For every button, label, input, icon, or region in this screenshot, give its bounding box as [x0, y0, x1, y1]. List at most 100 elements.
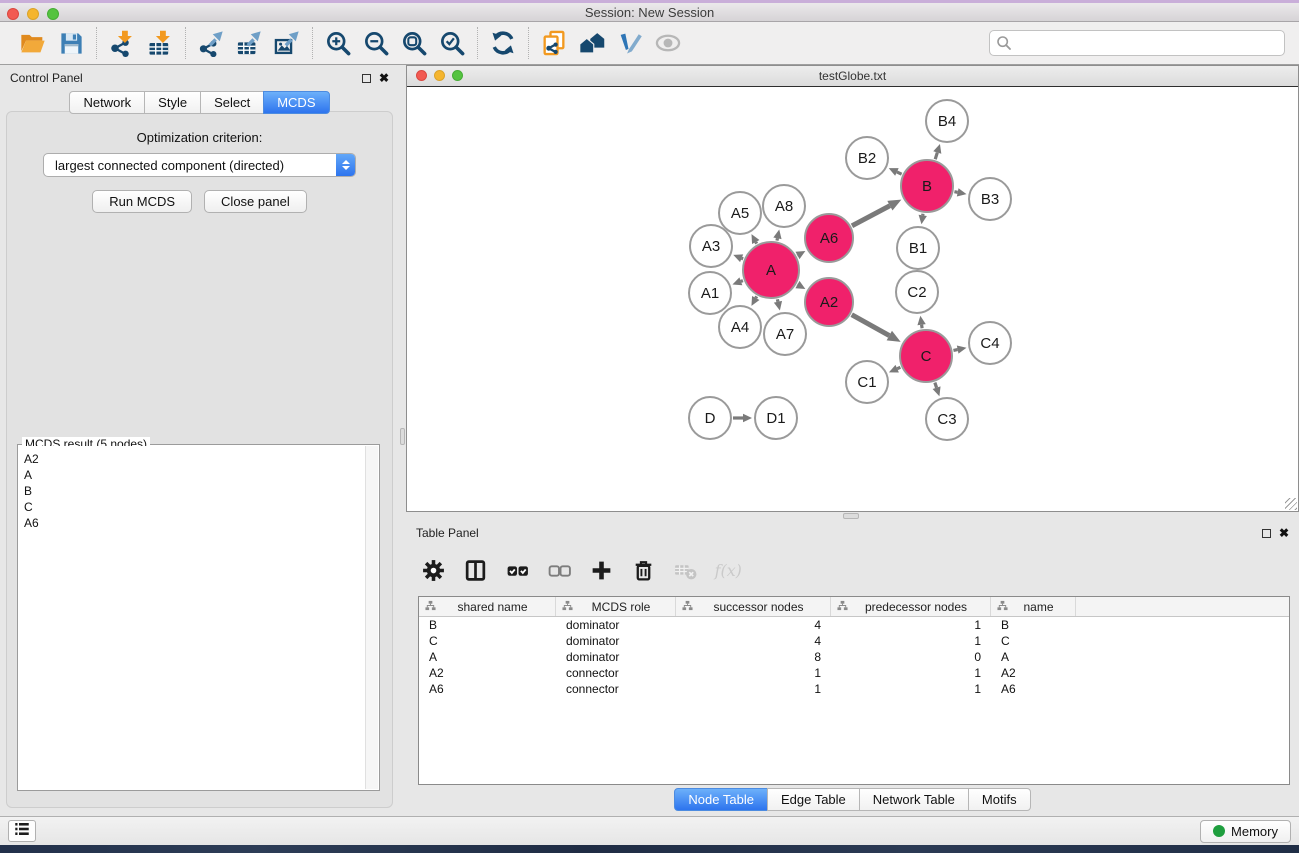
graph-edge[interactable]: [897, 367, 900, 368]
table-cell[interactable]: 4: [676, 634, 831, 648]
mcds-result-item[interactable]: C: [24, 499, 365, 515]
tab-edge-table[interactable]: Edge Table: [767, 788, 860, 811]
column-header-MCDS-role[interactable]: MCDS role: [556, 597, 676, 616]
mcds-result-item[interactable]: A2: [24, 451, 365, 467]
table-cell[interactable]: 1: [676, 666, 831, 680]
table-cell[interactable]: dominator: [556, 650, 676, 664]
add-column-icon[interactable]: [586, 555, 616, 585]
network-graph[interactable]: AA1A2A3A4A5A6A7A8BB1B2B3B4CC1C2C3C4DD1: [407, 88, 1298, 511]
table-cell[interactable]: C: [419, 634, 556, 648]
graph-node-B2[interactable]: B2: [846, 137, 888, 179]
tab-network[interactable]: Network: [69, 91, 145, 114]
table-cell[interactable]: 4: [676, 618, 831, 632]
export-table-icon[interactable]: [233, 27, 265, 59]
graph-node-D1[interactable]: D1: [755, 397, 797, 439]
table-cell[interactable]: A2: [419, 666, 556, 680]
table-cell[interactable]: connector: [556, 666, 676, 680]
graph-node-B1[interactable]: B1: [897, 227, 939, 269]
horizontal-split-handle[interactable]: [843, 513, 859, 519]
mcds-result-item[interactable]: B: [24, 483, 365, 499]
network-from-selection-icon[interactable]: [538, 27, 570, 59]
show-columns-icon[interactable]: [460, 555, 490, 585]
table-cell[interactable]: dominator: [556, 634, 676, 648]
zoom-fit-icon[interactable]: [398, 27, 430, 59]
close-panel-button[interactable]: Close panel: [204, 190, 307, 213]
tab-style[interactable]: Style: [144, 91, 201, 114]
table-cell[interactable]: connector: [556, 682, 676, 696]
network-zoom-button[interactable]: [452, 70, 463, 81]
table-cell[interactable]: A6: [991, 682, 1076, 696]
table-float-panel-icon[interactable]: [1262, 529, 1271, 538]
table-cell[interactable]: A2: [991, 666, 1076, 680]
table-cell[interactable]: 1: [831, 682, 991, 696]
deselect-all-icon[interactable]: [544, 555, 574, 585]
table-cell[interactable]: 1: [831, 618, 991, 632]
float-panel-icon[interactable]: [362, 74, 371, 83]
graph-edge[interactable]: [777, 299, 778, 301]
export-image-icon[interactable]: [271, 27, 303, 59]
table-cell[interactable]: 8: [676, 650, 831, 664]
table-row[interactable]: Bdominator41B: [419, 617, 1289, 633]
close-panel-icon[interactable]: ✖: [379, 72, 389, 84]
graph-edge[interactable]: [953, 350, 957, 351]
network-canvas[interactable]: AA1A2A3A4A5A6A7A8BB1B2B3B4CC1C2C3C4DD1: [407, 88, 1298, 511]
graph-node-C4[interactable]: C4: [969, 322, 1011, 364]
tab-mcds[interactable]: MCDS: [263, 91, 329, 114]
refresh-network-icon[interactable]: [487, 27, 519, 59]
graph-node-C1[interactable]: C1: [846, 361, 888, 403]
zoom-out-icon[interactable]: [360, 27, 392, 59]
graph-node-B4[interactable]: B4: [926, 100, 968, 142]
table-cell[interactable]: B: [419, 618, 556, 632]
settings-icon[interactable]: [418, 555, 448, 585]
memory-button[interactable]: Memory: [1200, 820, 1291, 843]
graph-node-A4[interactable]: A4: [719, 306, 761, 348]
graph-node-C[interactable]: C: [900, 330, 952, 382]
task-history-button[interactable]: [8, 820, 36, 842]
select-all-icon[interactable]: [502, 555, 532, 585]
run-mcds-button[interactable]: Run MCDS: [92, 190, 192, 213]
table-close-panel-icon[interactable]: ✖: [1279, 527, 1289, 539]
graph-edge[interactable]: [756, 296, 757, 298]
network-close-button[interactable]: [416, 70, 427, 81]
column-header-successor-nodes[interactable]: successor nodes: [676, 597, 831, 616]
table-cell[interactable]: 0: [831, 650, 991, 664]
column-header-shared-name[interactable]: shared name: [419, 597, 556, 616]
graph-edge[interactable]: [954, 192, 957, 193]
criterion-dropdown[interactable]: largest connected component (directed): [43, 153, 356, 177]
tab-select[interactable]: Select: [200, 91, 264, 114]
table-row[interactable]: A6connector11A6: [419, 681, 1289, 697]
table-cell[interactable]: dominator: [556, 618, 676, 632]
first-neighbors-icon[interactable]: [576, 27, 608, 59]
result-scrollbar[interactable]: [365, 446, 378, 789]
vertical-split-handle[interactable]: [400, 428, 405, 445]
zoom-window-button[interactable]: [47, 8, 59, 20]
import-table-icon[interactable]: [144, 27, 176, 59]
graph-edge[interactable]: [741, 281, 743, 282]
open-session-icon[interactable]: [17, 27, 49, 59]
export-network-icon[interactable]: [195, 27, 227, 59]
table-cell[interactable]: A6: [419, 682, 556, 696]
search-input[interactable]: [989, 30, 1285, 56]
close-window-button[interactable]: [7, 8, 19, 20]
mcds-result-list[interactable]: A2ABCA6: [19, 446, 365, 789]
graph-node-C3[interactable]: C3: [926, 398, 968, 440]
graph-edge[interactable]: [742, 258, 744, 259]
graph-node-D[interactable]: D: [689, 397, 731, 439]
graph-node-A8[interactable]: A8: [763, 185, 805, 227]
graph-node-A6[interactable]: A6: [805, 214, 853, 262]
tab-node-table[interactable]: Node Table: [674, 788, 768, 811]
graph-edge[interactable]: [935, 153, 937, 160]
table-cell[interactable]: 1: [831, 634, 991, 648]
network-window-titlebar[interactable]: testGlobe.txt: [407, 66, 1298, 87]
graph-node-A5[interactable]: A5: [719, 192, 761, 234]
graph-node-C2[interactable]: C2: [896, 271, 938, 313]
zoom-in-icon[interactable]: [322, 27, 354, 59]
graph-edge[interactable]: [852, 315, 890, 336]
table-cell[interactable]: C: [991, 634, 1076, 648]
table-row[interactable]: A2connector11A2: [419, 665, 1289, 681]
hide-annotations-icon[interactable]: [614, 27, 646, 59]
graph-edge[interactable]: [897, 172, 902, 174]
graph-node-A1[interactable]: A1: [689, 272, 731, 314]
graph-node-A7[interactable]: A7: [764, 313, 806, 355]
tab-motifs[interactable]: Motifs: [968, 788, 1031, 811]
